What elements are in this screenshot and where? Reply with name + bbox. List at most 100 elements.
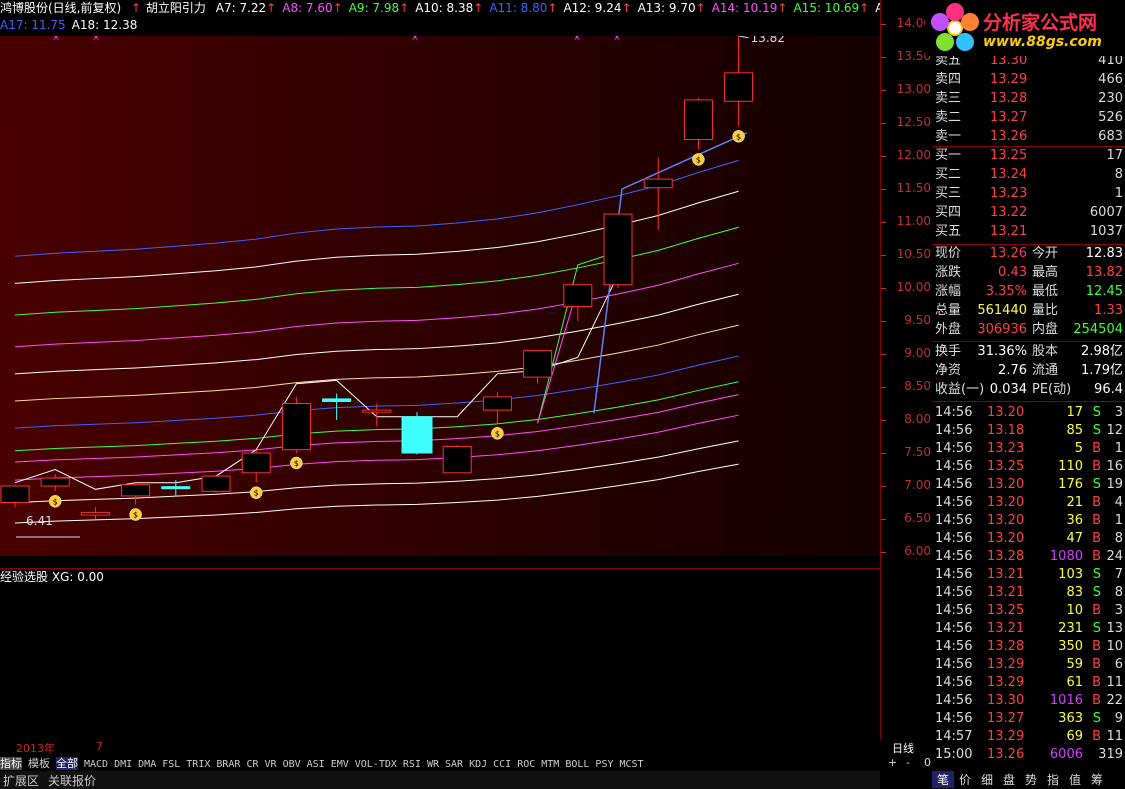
candle-body[interactable] [362, 409, 392, 413]
tick-row[interactable]: 14:56 13.21 103 S 7 [932, 566, 1125, 584]
indicator-tab-dmi[interactable]: DMI [114, 759, 132, 770]
tick-row[interactable]: 14:56 13.20 176 S 19 [932, 476, 1125, 494]
zoom-out-button[interactable]: - [906, 756, 910, 769]
indicator-tab-dma[interactable]: DMA [138, 759, 156, 770]
orderbook-row[interactable]: 卖三 13.28 230 [932, 90, 1125, 108]
indicator-tab-rsi[interactable]: RSI [403, 759, 421, 770]
candle-body[interactable] [643, 178, 673, 189]
candle-body[interactable] [161, 486, 191, 490]
tick-side: S [1092, 567, 1101, 582]
tick-row[interactable]: 14:56 13.21 83 S 8 [932, 584, 1125, 602]
candle-body[interactable] [241, 452, 271, 474]
zoom-reset-button[interactable]: 0 [924, 756, 931, 769]
indicator-tab-boll[interactable]: BOLL [565, 759, 589, 770]
indicator-tab-模板[interactable]: 模板 [28, 757, 50, 770]
tick-time: 14:56 [935, 657, 973, 672]
tick-row[interactable]: 14:56 13.20 47 B 8 [932, 530, 1125, 548]
orderbook-row[interactable]: 买一 13.25 17 [932, 147, 1125, 165]
quote-tab-2[interactable]: 细 [976, 771, 998, 788]
candlestick-chart[interactable]: $$$$$$$× × × × × 13.826.41 [0, 0, 930, 560]
tick-row[interactable]: 14:56 13.30 1016 B 22 [932, 692, 1125, 710]
tick-row[interactable]: 15:00 13.26 6006 319 [932, 746, 1125, 764]
candle-body[interactable] [0, 485, 30, 503]
ext-area-tab[interactable]: 扩展区 [3, 772, 39, 789]
indicator-tab-fsl[interactable]: FSL [162, 759, 180, 770]
tick-row[interactable]: 14:56 13.20 21 B 4 [932, 494, 1125, 512]
price-tick-label: 9.50 [904, 313, 931, 327]
stock-title[interactable]: 鸿博股份(日线,前复权) [0, 1, 121, 15]
indicator-tab-vol-tdx[interactable]: VOL-TDX [355, 759, 397, 770]
candle-body[interactable] [442, 445, 472, 474]
tick-row[interactable]: 14:56 13.21 231 S 13 [932, 620, 1125, 638]
orderbook-volume: 1 [1114, 186, 1123, 201]
orderbook-row[interactable]: 买二 13.24 8 [932, 166, 1125, 184]
indicator-tab-brar[interactable]: BRAR [216, 759, 240, 770]
quote-tab-5[interactable]: 指 [1042, 771, 1064, 788]
tick-price: 13.29 [987, 729, 1025, 744]
indicator-tab-trix[interactable]: TRIX [186, 759, 210, 770]
tick-row[interactable]: 14:56 13.28 350 B 10 [932, 638, 1125, 656]
orderbook-row[interactable]: 卖二 13.27 526 [932, 109, 1125, 127]
candle-body[interactable] [281, 403, 311, 451]
stat-row: 现价 13.26 今开 12.83 [932, 245, 1125, 263]
quote-tab-3[interactable]: 盘 [998, 771, 1020, 788]
indicator-tab-指标[interactable]: 指标 [0, 757, 22, 770]
orderbook-row[interactable]: 买四 13.22 6007 [932, 204, 1125, 222]
tick-price: 13.28 [987, 549, 1025, 564]
quote-tab-1[interactable]: 价 [954, 771, 976, 788]
orderbook-row[interactable]: 卖一 13.26 683 [932, 128, 1125, 146]
tick-row[interactable]: 14:56 13.23 5 B 1 [932, 440, 1125, 458]
indicator-tab-cci[interactable]: CCI [493, 759, 511, 770]
quote-tab-0[interactable]: 笔 [932, 771, 954, 788]
tick-row[interactable]: 14:57 13.29 69 B 11 [932, 728, 1125, 746]
zoom-in-button[interactable]: + [888, 756, 897, 769]
indicator-tab-mcst[interactable]: MCST [619, 759, 643, 770]
quote-tab-7[interactable]: 筹 [1086, 771, 1108, 788]
orderbook-row[interactable]: 买五 13.21 1037 [932, 223, 1125, 241]
candle-body[interactable] [523, 350, 553, 378]
indicator-tab-psy[interactable]: PSY [595, 759, 613, 770]
candle-body[interactable] [401, 416, 433, 454]
indicator-tab-wr[interactable]: WR [427, 759, 439, 770]
candle-body[interactable] [482, 396, 512, 411]
ticks-divider [932, 401, 1125, 402]
indicator-tab-sar[interactable]: SAR [445, 759, 463, 770]
orderbook-row[interactable]: 卖四 13.29 466 [932, 71, 1125, 89]
candle-body[interactable] [322, 398, 352, 403]
orderbook-row[interactable]: 买三 13.23 1 [932, 185, 1125, 203]
tick-row[interactable]: 14:56 13.20 36 B 1 [932, 512, 1125, 530]
candle-body[interactable] [121, 484, 151, 497]
candle-body[interactable] [80, 511, 110, 516]
candle-body[interactable] [603, 213, 633, 286]
tick-row[interactable]: 14:56 13.20 17 S 3 [932, 404, 1125, 422]
indicator-tab-asi[interactable]: ASI [307, 759, 325, 770]
period-label[interactable]: 日线 [892, 740, 914, 756]
candle-body[interactable] [40, 477, 70, 487]
related-quote-tab[interactable]: 关联报价 [48, 772, 96, 789]
indicator-tab-全部[interactable]: 全部 [56, 757, 78, 770]
indicator-tab-kdj[interactable]: KDJ [469, 759, 487, 770]
tick-row[interactable]: 14:56 13.18 85 S 12 [932, 422, 1125, 440]
tick-row[interactable]: 14:56 13.29 61 B 11 [932, 674, 1125, 692]
candle-body[interactable] [201, 475, 231, 492]
indicator-tab-emv[interactable]: EMV [331, 759, 349, 770]
indicator-tab-vr[interactable]: VR [265, 759, 277, 770]
quote-tab-6[interactable]: 值 [1064, 771, 1086, 788]
indicator-name[interactable]: 胡立阳引力 [146, 1, 206, 15]
candle-body[interactable] [683, 99, 713, 140]
sub-indicator-panel[interactable] [0, 568, 880, 741]
indicator-tab-obv[interactable]: OBV [283, 759, 301, 770]
candle-body[interactable] [563, 284, 593, 307]
indicator-tab-macd[interactable]: MACD [84, 759, 108, 770]
tick-row[interactable]: 14:56 13.27 363 S 9 [932, 710, 1125, 728]
indicator-tab-mtm[interactable]: MTM [541, 759, 559, 770]
indicator-tab-cr[interactable]: CR [246, 759, 258, 770]
stat-label-1: 收益(一) [935, 382, 985, 397]
candle-body[interactable] [724, 72, 754, 102]
indicator-tab-roc[interactable]: ROC [517, 759, 535, 770]
tick-row[interactable]: 14:56 13.29 59 B 6 [932, 656, 1125, 674]
tick-row[interactable]: 14:56 13.25 10 B 3 [932, 602, 1125, 620]
tick-row[interactable]: 14:56 13.25 110 B 16 [932, 458, 1125, 476]
quote-tab-4[interactable]: 势 [1020, 771, 1042, 788]
tick-row[interactable]: 14:56 13.28 1080 B 24 [932, 548, 1125, 566]
